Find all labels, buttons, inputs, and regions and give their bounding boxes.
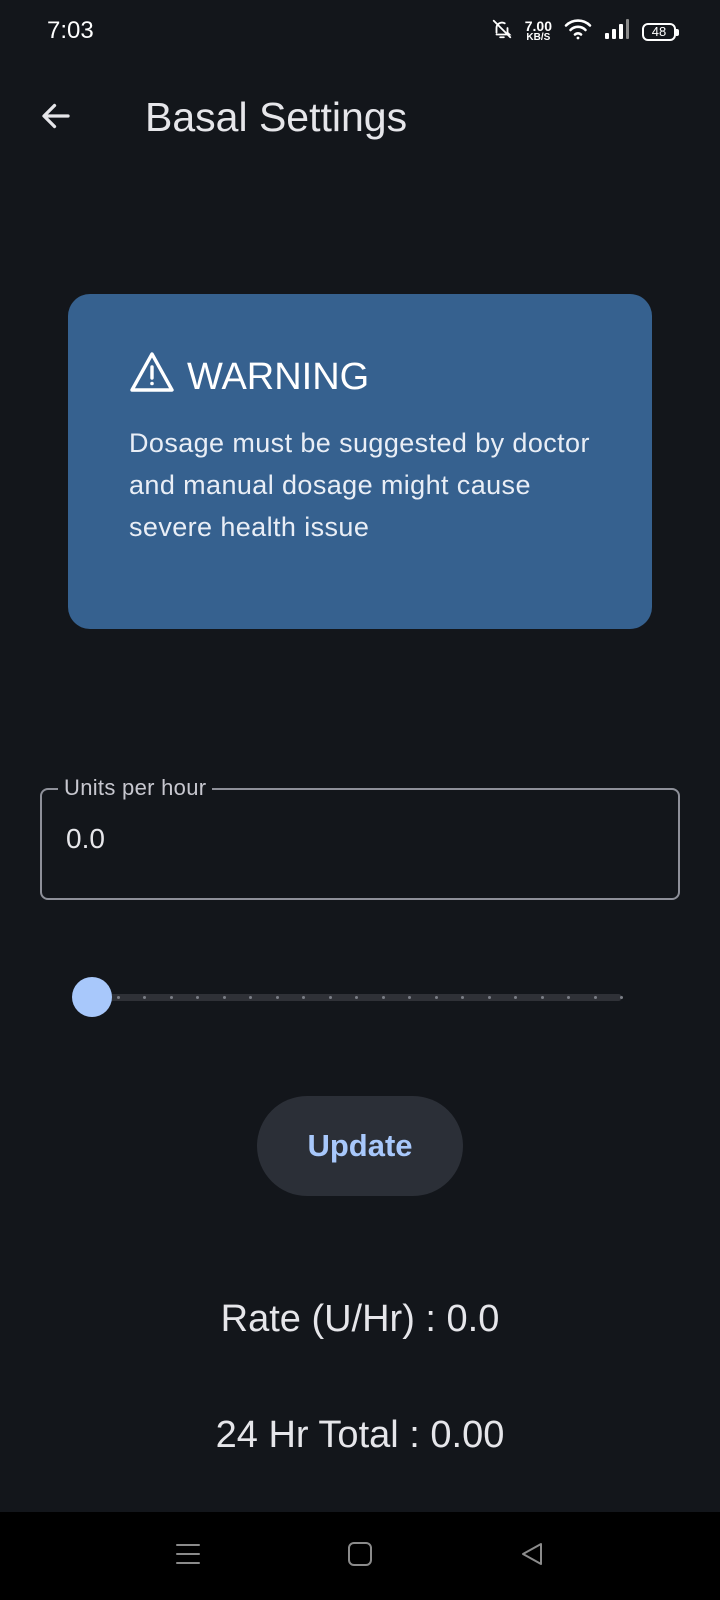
slider-tick (143, 996, 146, 999)
nav-back-button[interactable] (508, 1532, 556, 1580)
slider-tick (593, 996, 597, 999)
back-icon (519, 1541, 545, 1572)
net-speed-unit: KB/S (526, 31, 551, 43)
navigation-bar (0, 1512, 720, 1600)
back-button[interactable] (28, 90, 84, 146)
slider-tick (567, 996, 570, 999)
slider-track (92, 994, 623, 1001)
slider-tick (434, 996, 438, 999)
status-bar: 7:03 7.00 KB/S 48 (0, 0, 720, 64)
slider-tick (222, 996, 226, 999)
nav-menu-button[interactable] (164, 1532, 212, 1580)
battery-icon: 48 (642, 22, 679, 41)
rate-text: Rate (U/Hr) : 0.0 (220, 1298, 500, 1340)
warning-icon (129, 351, 175, 403)
net-speed: 7.00 KB/S (524, 17, 552, 43)
slider-tick (381, 996, 385, 999)
slider-tick (487, 996, 491, 999)
units-per-hour-input[interactable] (64, 822, 628, 856)
dosage-slider[interactable] (70, 975, 640, 1019)
total-text: 24 Hr Total : 0.00 (215, 1414, 505, 1456)
units-per-hour-field[interactable]: Units per hour (40, 775, 680, 900)
arrow-back-icon (38, 98, 74, 139)
update-button[interactable]: Update (257, 1096, 463, 1196)
slider-tick (249, 996, 252, 999)
status-time: 7:03 (47, 17, 94, 44)
app-bar: Basal Settings (0, 78, 720, 158)
slider-tick (461, 996, 464, 999)
slider-tick (169, 996, 173, 999)
menu-icon (174, 1541, 202, 1572)
net-speed-value: 7.00 (524, 17, 552, 34)
slider-tick (540, 996, 544, 999)
warning-card: WARNING Dosage must be suggested by doct… (68, 294, 652, 629)
slider-tick (328, 996, 332, 999)
signal-icon (604, 18, 630, 45)
status-icons: 7.00 KB/S 48 (491, 17, 679, 45)
slider-tick (275, 996, 279, 999)
page-title: Basal Settings (145, 94, 408, 140)
battery-level: 48 (651, 24, 667, 39)
slider-tick (514, 996, 517, 999)
wifi-icon (564, 18, 592, 45)
slider-tick (355, 996, 358, 999)
nav-home-button[interactable] (336, 1532, 384, 1580)
slider-tick (196, 996, 199, 999)
warning-header: WARNING (129, 350, 592, 404)
units-per-hour-label: Units per hour (58, 775, 213, 801)
warning-message: Dosage must be suggested by doctor and m… (129, 428, 590, 542)
slider-tick (116, 996, 120, 999)
bell-off-icon (491, 18, 513, 45)
slider-thumb[interactable] (72, 977, 112, 1017)
slider-tick (408, 996, 411, 999)
slider-tick (620, 996, 623, 999)
warning-title: WARNING (187, 355, 370, 398)
home-icon (347, 1541, 373, 1572)
slider-tick (302, 996, 305, 999)
